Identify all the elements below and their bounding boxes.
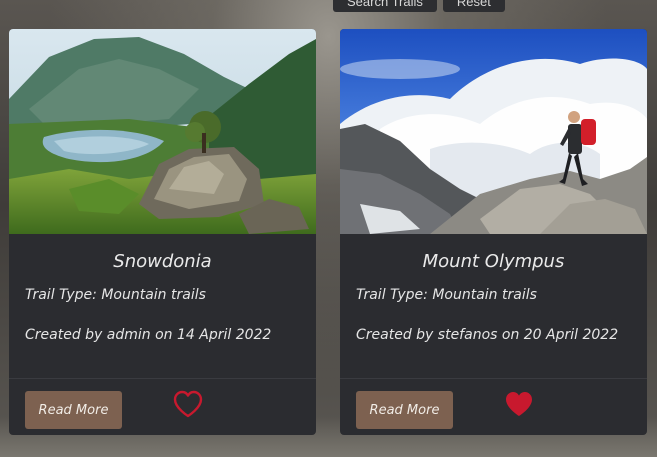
trail-card: Mount Olympus Trail Type: Mountain trail… xyxy=(340,29,647,435)
trail-title: Mount Olympus xyxy=(422,251,565,272)
trail-type: Trail Type: Mountain trails xyxy=(25,287,206,303)
trail-card: Snowdonia Trail Type: Mountain trails Cr… xyxy=(9,29,316,435)
trail-type: Trail Type: Mountain trails xyxy=(356,287,537,303)
heart-outline-icon[interactable] xyxy=(172,389,204,419)
trail-created-info: Created by stefanos on 20 April 2022 xyxy=(356,327,619,343)
trail-image[interactable] xyxy=(340,29,647,234)
read-more-button[interactable]: Read More xyxy=(25,391,122,429)
card-footer: Read More xyxy=(9,378,316,435)
search-trails-button[interactable]: Search Trails xyxy=(333,0,437,12)
trail-title: Snowdonia xyxy=(113,251,212,272)
reset-button[interactable]: Reset xyxy=(442,0,505,12)
read-more-button[interactable]: Read More xyxy=(356,391,453,429)
heart-filled-icon[interactable] xyxy=(503,389,535,419)
search-controls: Search Trails Reset xyxy=(333,0,505,12)
trail-image[interactable] xyxy=(9,29,316,234)
card-footer: Read More xyxy=(340,378,647,435)
trail-created-info: Created by admin on 14 April 2022 xyxy=(25,327,272,343)
